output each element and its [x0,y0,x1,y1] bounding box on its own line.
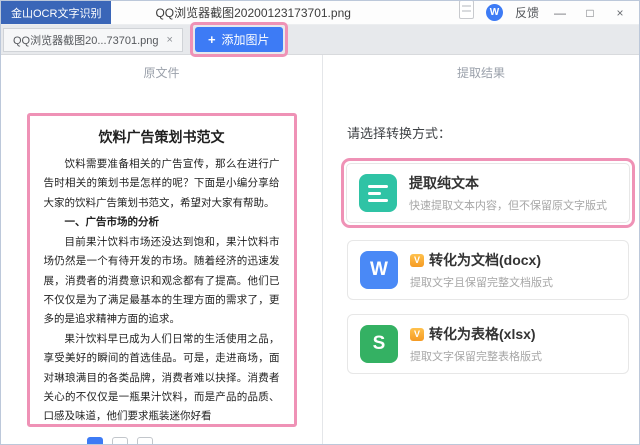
feedback-button[interactable]: 反馈 [515,4,539,21]
minimize-button[interactable]: — [551,6,569,20]
document-heading: 一、广告市场的分析 [64,216,160,229]
annotation-box-document: 饮料广告策划书范文 饮料需要准备相关的广告宣传，那么在进行广告时相关的策划书是怎… [26,113,297,427]
original-file-header: 原文件 [143,66,180,80]
plus-icon: + [207,32,216,47]
option-extract-plain-text[interactable]: 提取纯文本 快速提取文本内容，但不保留原文字版式 [346,163,630,223]
option-title: 提取纯文本 [409,175,479,191]
option-subtitle: 提取文字保留完整表格版式 [410,351,542,363]
app-badge: 金山OCR文字识别 [1,1,112,24]
original-file-panel: 原文件 饮料广告策划书范文 饮料需要准备相关的广告宣传，那么在进行广告时相关的策… [1,55,323,444]
window-title: QQ浏览器截图20200123173701.png [155,6,351,20]
annotation-box-plain-text: 提取纯文本 快速提取文本内容，但不保留原文字版式 [341,158,635,228]
wps-logo-icon[interactable]: W [485,4,503,21]
document-paragraph: 果汁饮料早已成为人们日常的生活使用之品，享受美好的瞬间的首选佳品。可是，走进商场… [43,332,280,423]
document-title: 饮料广告策划书范文 [98,130,225,146]
add-image-button[interactable]: + 添加图片 [194,27,283,52]
extract-result-panel: 提取结果 请选择转换方式： 提取纯文本 快速提取文本内容，但不保留原文字版式 W… [323,55,639,444]
plain-text-icon [359,174,397,212]
option-title: 转化为表格(xlsx) [429,326,536,342]
titlebar-right: W 反馈 — □ × [458,1,639,21]
wps-writer-icon: W [360,251,398,289]
add-image-label: 添加图片 [221,33,270,47]
document-page-icon[interactable] [458,1,474,19]
option-convert-docx[interactable]: W V 转化为文档(docx) 提取文字且保留完整文档版式 [347,240,629,300]
tab-label: QQ浏览器截图20...73701.png [13,34,159,47]
zoom-in-icon[interactable] [137,437,153,444]
fit-page-icon[interactable] [87,437,103,444]
option-subtitle: 提取文字且保留完整文档版式 [410,277,553,289]
option-subtitle: 快速提取文本内容，但不保留原文字版式 [409,200,607,212]
option-text: V 转化为文档(docx) 提取文字且保留完整文档版式 [410,250,553,290]
document-paragraph: 目前果汁饮料市场还没达到饱和，果汁饮料市场仍然是一个有待开发的市场。随着经济的迅… [43,235,280,326]
option-text: V 转化为表格(xlsx) 提取文字保留完整表格版式 [410,324,542,364]
document-preview: 饮料广告策划书范文 饮料需要准备相关的广告宣传，那么在进行广告时相关的策划书是怎… [43,128,280,424]
option-convert-xlsx[interactable]: S V 转化为表格(xlsx) 提取文字保留完整表格版式 [347,314,629,374]
tab-image-file[interactable]: QQ浏览器截图20...73701.png × [3,27,183,52]
zoom-out-icon[interactable] [112,437,128,444]
conversion-prompt: 请选择转换方式： [347,126,452,141]
extract-result-header: 提取结果 [456,66,505,80]
vip-icon: V [410,253,424,267]
tab-close-icon[interactable]: × [167,34,173,46]
document-paragraph: 饮料需要准备相关的广告宣传，那么在进行广告时相关的策划书是怎样的呢？下面是小编分… [43,158,280,209]
option-title: 转化为文档(docx) [429,252,541,268]
titlebar: 金山OCR文字识别 QQ浏览器截图20200123173701.png W 反馈… [1,1,639,25]
annotation-box-add-button: + 添加图片 [189,22,288,57]
maximize-button[interactable]: □ [581,6,599,20]
wps-sheet-icon: S [360,325,398,363]
main-content: 原文件 饮料广告策划书范文 饮料需要准备相关的广告宣传，那么在进行广告时相关的策… [1,55,639,444]
option-text: 提取纯文本 快速提取文本内容，但不保留原文字版式 [409,173,607,213]
tab-bar: QQ浏览器截图20...73701.png × + 添加图片 [1,22,639,57]
vip-icon: V [410,327,424,341]
preview-zoom-toolbar [87,437,153,444]
close-button[interactable]: × [611,6,629,20]
app-window: 金山OCR文字识别 QQ浏览器截图20200123173701.png W 反馈… [0,0,640,445]
